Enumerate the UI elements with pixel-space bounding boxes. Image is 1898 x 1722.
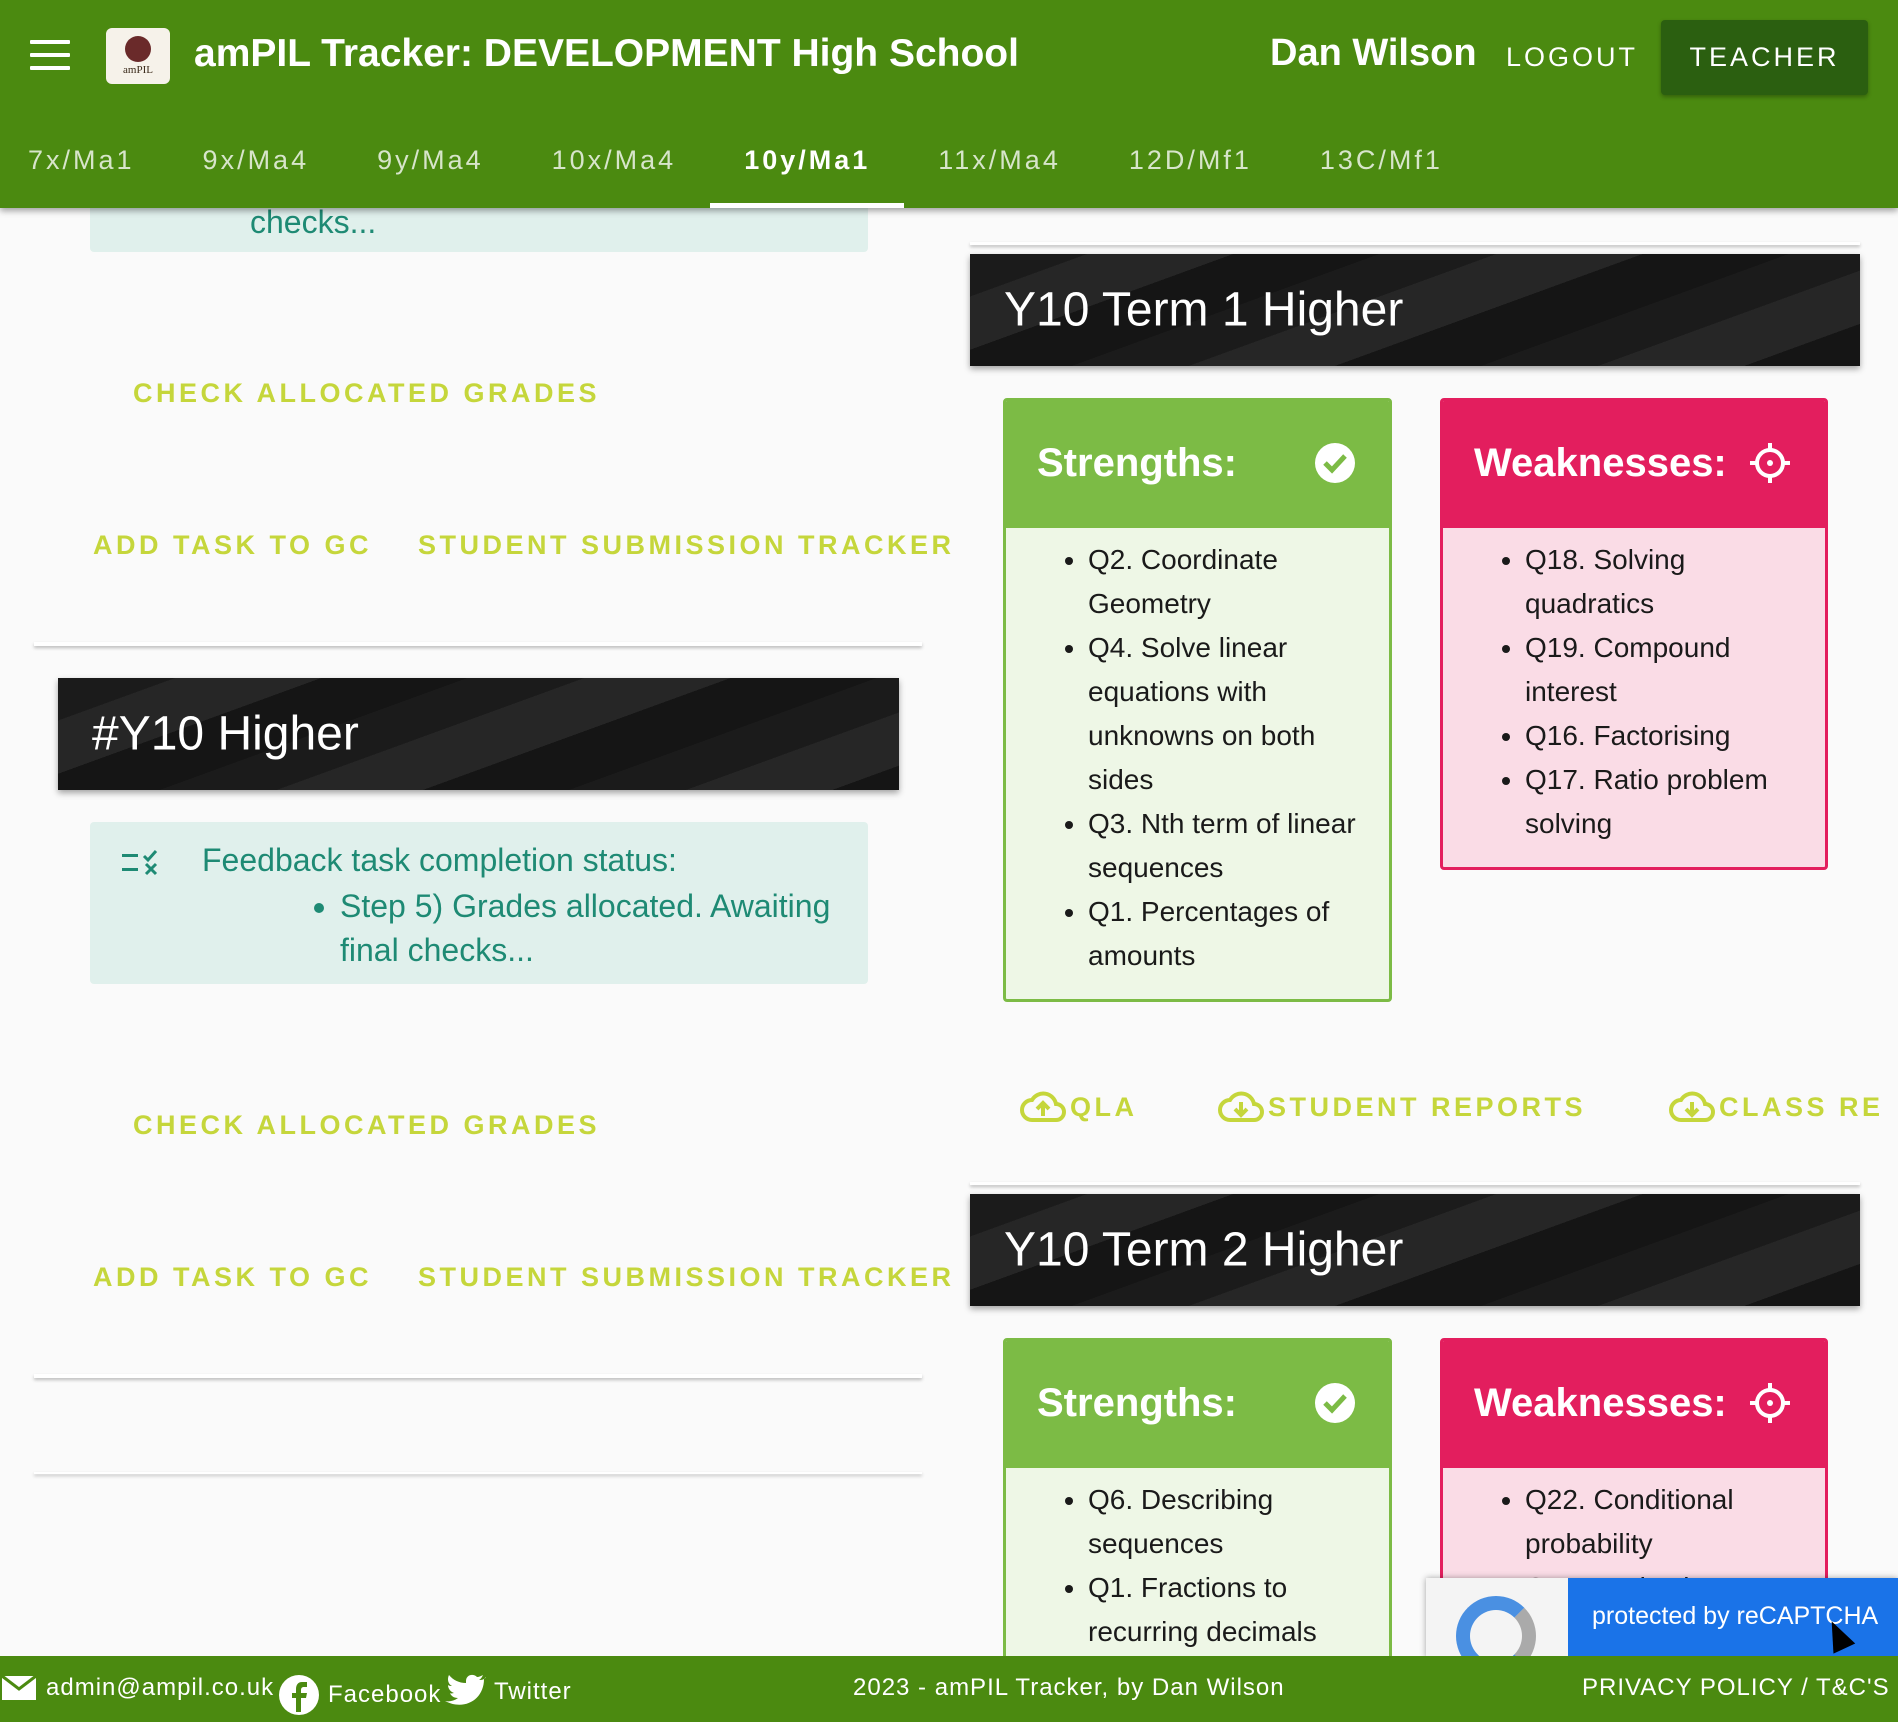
tab-12d-mf1[interactable]: 12D/Mf1 xyxy=(1095,112,1286,208)
tab-10y-ma1[interactable]: 10y/Ma1 xyxy=(710,112,905,208)
weakness-item: Q16. Factorising xyxy=(1525,714,1805,758)
check-allocated-grades-button[interactable]: CHECK ALLOCATED GRADES xyxy=(133,378,600,409)
weakness-item: Q22. Conditional probability xyxy=(1525,1478,1805,1566)
strength-item: Q3. Nth term of linear sequences xyxy=(1088,802,1369,890)
status-item-partial: checks... xyxy=(250,208,377,240)
logo-mark xyxy=(125,36,151,62)
weaknesses-card: Weaknesses: Q18. Solving quadratics Q19.… xyxy=(1440,398,1828,870)
strengths-header: Strengths: xyxy=(1006,401,1389,528)
status-list: Step 5) Grades allocated. Awaiting final… xyxy=(312,884,852,972)
weaknesses-header: Weaknesses: xyxy=(1443,1341,1825,1468)
strengths-title: Strengths: xyxy=(1037,440,1237,485)
footer-twitter-link[interactable]: Twitter xyxy=(442,1674,572,1710)
card-divider xyxy=(34,1472,922,1474)
cloud-upload-icon xyxy=(1020,1091,1066,1122)
add-task-to-gc-button[interactable]: ADD TASK TO GC xyxy=(93,530,372,561)
weaknesses-title: Weaknesses: xyxy=(1474,1380,1727,1425)
ampil-logo[interactable]: amPIL xyxy=(106,28,170,84)
twitter-icon xyxy=(445,1674,486,1705)
footer-email-link[interactable]: admin@ampil.co.uk xyxy=(0,1674,274,1702)
main-content: checks... CHECK ALLOCATED GRADES ADD TAS… xyxy=(0,208,1898,1656)
qla-label: QLA xyxy=(1070,1091,1138,1122)
strengths-header: Strengths: xyxy=(1006,1341,1389,1468)
footer-facebook-link[interactable]: Facebook xyxy=(278,1674,441,1716)
facebook-icon xyxy=(279,1675,319,1715)
feedback-status-box: Feedback task completion status: Step 5)… xyxy=(90,822,868,984)
footer: admin@ampil.co.uk Facebook Twitter 2023 … xyxy=(0,1656,1898,1722)
weaknesses-list: Q18. Solving quadratics Q19. Compound in… xyxy=(1443,528,1825,866)
class-reports-download-button[interactable]: CLASS RE xyxy=(1669,1090,1884,1124)
menu-icon[interactable] xyxy=(30,40,70,74)
student-submission-tracker-button[interactable]: STUDENT SUBMISSION TRACKER xyxy=(418,530,955,561)
strength-item: Q2. Coordinate Geometry xyxy=(1088,538,1369,626)
tab-11x-ma4[interactable]: 11x/Ma4 xyxy=(904,112,1095,208)
user-name: Dan Wilson xyxy=(1270,32,1477,74)
app-bar: amPIL amPIL Tracker: DEVELOPMENT High Sc… xyxy=(0,0,1898,208)
strength-item: Q1. Percentages of amounts xyxy=(1088,890,1369,978)
status-heading: Feedback task completion status: xyxy=(202,842,677,878)
card-divider xyxy=(970,242,1860,245)
cloud-download-icon xyxy=(1218,1091,1264,1122)
strengths-card: Strengths: Q2. Coordinate Geometry Q4. S… xyxy=(1003,398,1392,1002)
tab-13c-mf1[interactable]: 13C/Mf1 xyxy=(1286,112,1477,208)
student-submission-tracker-button[interactable]: STUDENT SUBMISSION TRACKER xyxy=(418,1262,955,1293)
tab-9x-ma4[interactable]: 9x/Ma4 xyxy=(169,112,344,208)
assessment-title: Y10 Term 2 Higher xyxy=(1004,1223,1404,1277)
card-divider xyxy=(34,1374,922,1378)
weakness-item: Q17. Ratio problem solving xyxy=(1525,758,1805,846)
tab-9y-ma4[interactable]: 9y/Ma4 xyxy=(343,112,518,208)
student-reports-download-button[interactable]: STUDENT REPORTS xyxy=(1218,1090,1586,1124)
logout-button[interactable]: LOGOUT xyxy=(1506,42,1638,73)
group-card-banner: #Y10 Higher xyxy=(58,678,899,790)
check-circle-icon xyxy=(1315,443,1355,483)
strength-item: Q4. Solve linear equations with unknowns… xyxy=(1088,626,1369,802)
assessment-banner-term2: Y10 Term 2 Higher xyxy=(970,1194,1860,1306)
add-task-to-gc-button[interactable]: ADD TASK TO GC xyxy=(93,1262,372,1293)
weaknesses-header: Weaknesses: xyxy=(1443,401,1825,528)
strength-item: Q1. Fractions to recurring decimals xyxy=(1088,1566,1369,1654)
recaptcha-badge[interactable]: protected by reCAPTCHA xyxy=(1426,1578,1898,1656)
strengths-card: Strengths: Q6. Describing sequences Q1. … xyxy=(1003,1338,1392,1656)
crosshair-icon xyxy=(1750,1383,1790,1423)
app-title: amPIL Tracker: DEVELOPMENT High School xyxy=(194,32,1019,75)
strength-item: Q6. Describing sequences xyxy=(1088,1478,1369,1566)
strengths-title: Strengths: xyxy=(1037,1380,1237,1425)
cloud-download-icon xyxy=(1669,1091,1715,1122)
mail-icon xyxy=(1,1674,37,1700)
card-divider xyxy=(34,642,922,646)
weakness-item: Q18. Solving quadratics xyxy=(1525,538,1805,626)
group-card-title: #Y10 Higher xyxy=(92,707,359,761)
checklist-icon xyxy=(122,850,158,876)
footer-copyright: 2023 - amPIL Tracker, by Dan Wilson xyxy=(853,1674,1285,1701)
footer-privacy-policy-link[interactable]: PRIVACY POLICY / T&C'S xyxy=(1582,1674,1890,1702)
class-tabs: 7x/Ma1 9x/Ma4 9y/Ma4 10x/Ma4 10y/Ma1 11x… xyxy=(0,112,1477,208)
assessment-banner-term1: Y10 Term 1 Higher xyxy=(970,254,1860,366)
footer-twitter: Twitter xyxy=(494,1678,572,1705)
strengths-list: Q2. Coordinate Geometry Q4. Solve linear… xyxy=(1006,528,1389,998)
check-allocated-grades-button[interactable]: CHECK ALLOCATED GRADES xyxy=(133,1110,600,1141)
tab-10x-ma4[interactable]: 10x/Ma4 xyxy=(518,112,711,208)
assessment-title: Y10 Term 1 Higher xyxy=(1004,283,1404,337)
crosshair-icon xyxy=(1750,443,1790,483)
recaptcha-logo-icon xyxy=(1456,1596,1536,1656)
status-item: Step 5) Grades allocated. Awaiting final… xyxy=(340,884,852,972)
logo-wordmark: amPIL xyxy=(123,64,153,76)
tab-7x-ma1[interactable]: 7x/Ma1 xyxy=(0,112,169,208)
card-divider xyxy=(970,1182,1860,1185)
class-reports-label: CLASS RE xyxy=(1719,1091,1884,1122)
student-reports-label: STUDENT REPORTS xyxy=(1268,1091,1587,1122)
footer-email: admin@ampil.co.uk xyxy=(46,1674,275,1701)
weaknesses-title: Weaknesses: xyxy=(1474,440,1727,485)
qla-download-button[interactable]: QLA xyxy=(1020,1090,1138,1124)
status-box-partial: checks... xyxy=(90,208,868,252)
check-circle-icon xyxy=(1315,1383,1355,1423)
teacher-role-button[interactable]: TEACHER xyxy=(1661,20,1868,95)
footer-facebook: Facebook xyxy=(328,1681,442,1708)
strengths-list: Q6. Describing sequences Q1. Fractions t… xyxy=(1006,1468,1389,1656)
weakness-item: Q19. Compound interest xyxy=(1525,626,1805,714)
